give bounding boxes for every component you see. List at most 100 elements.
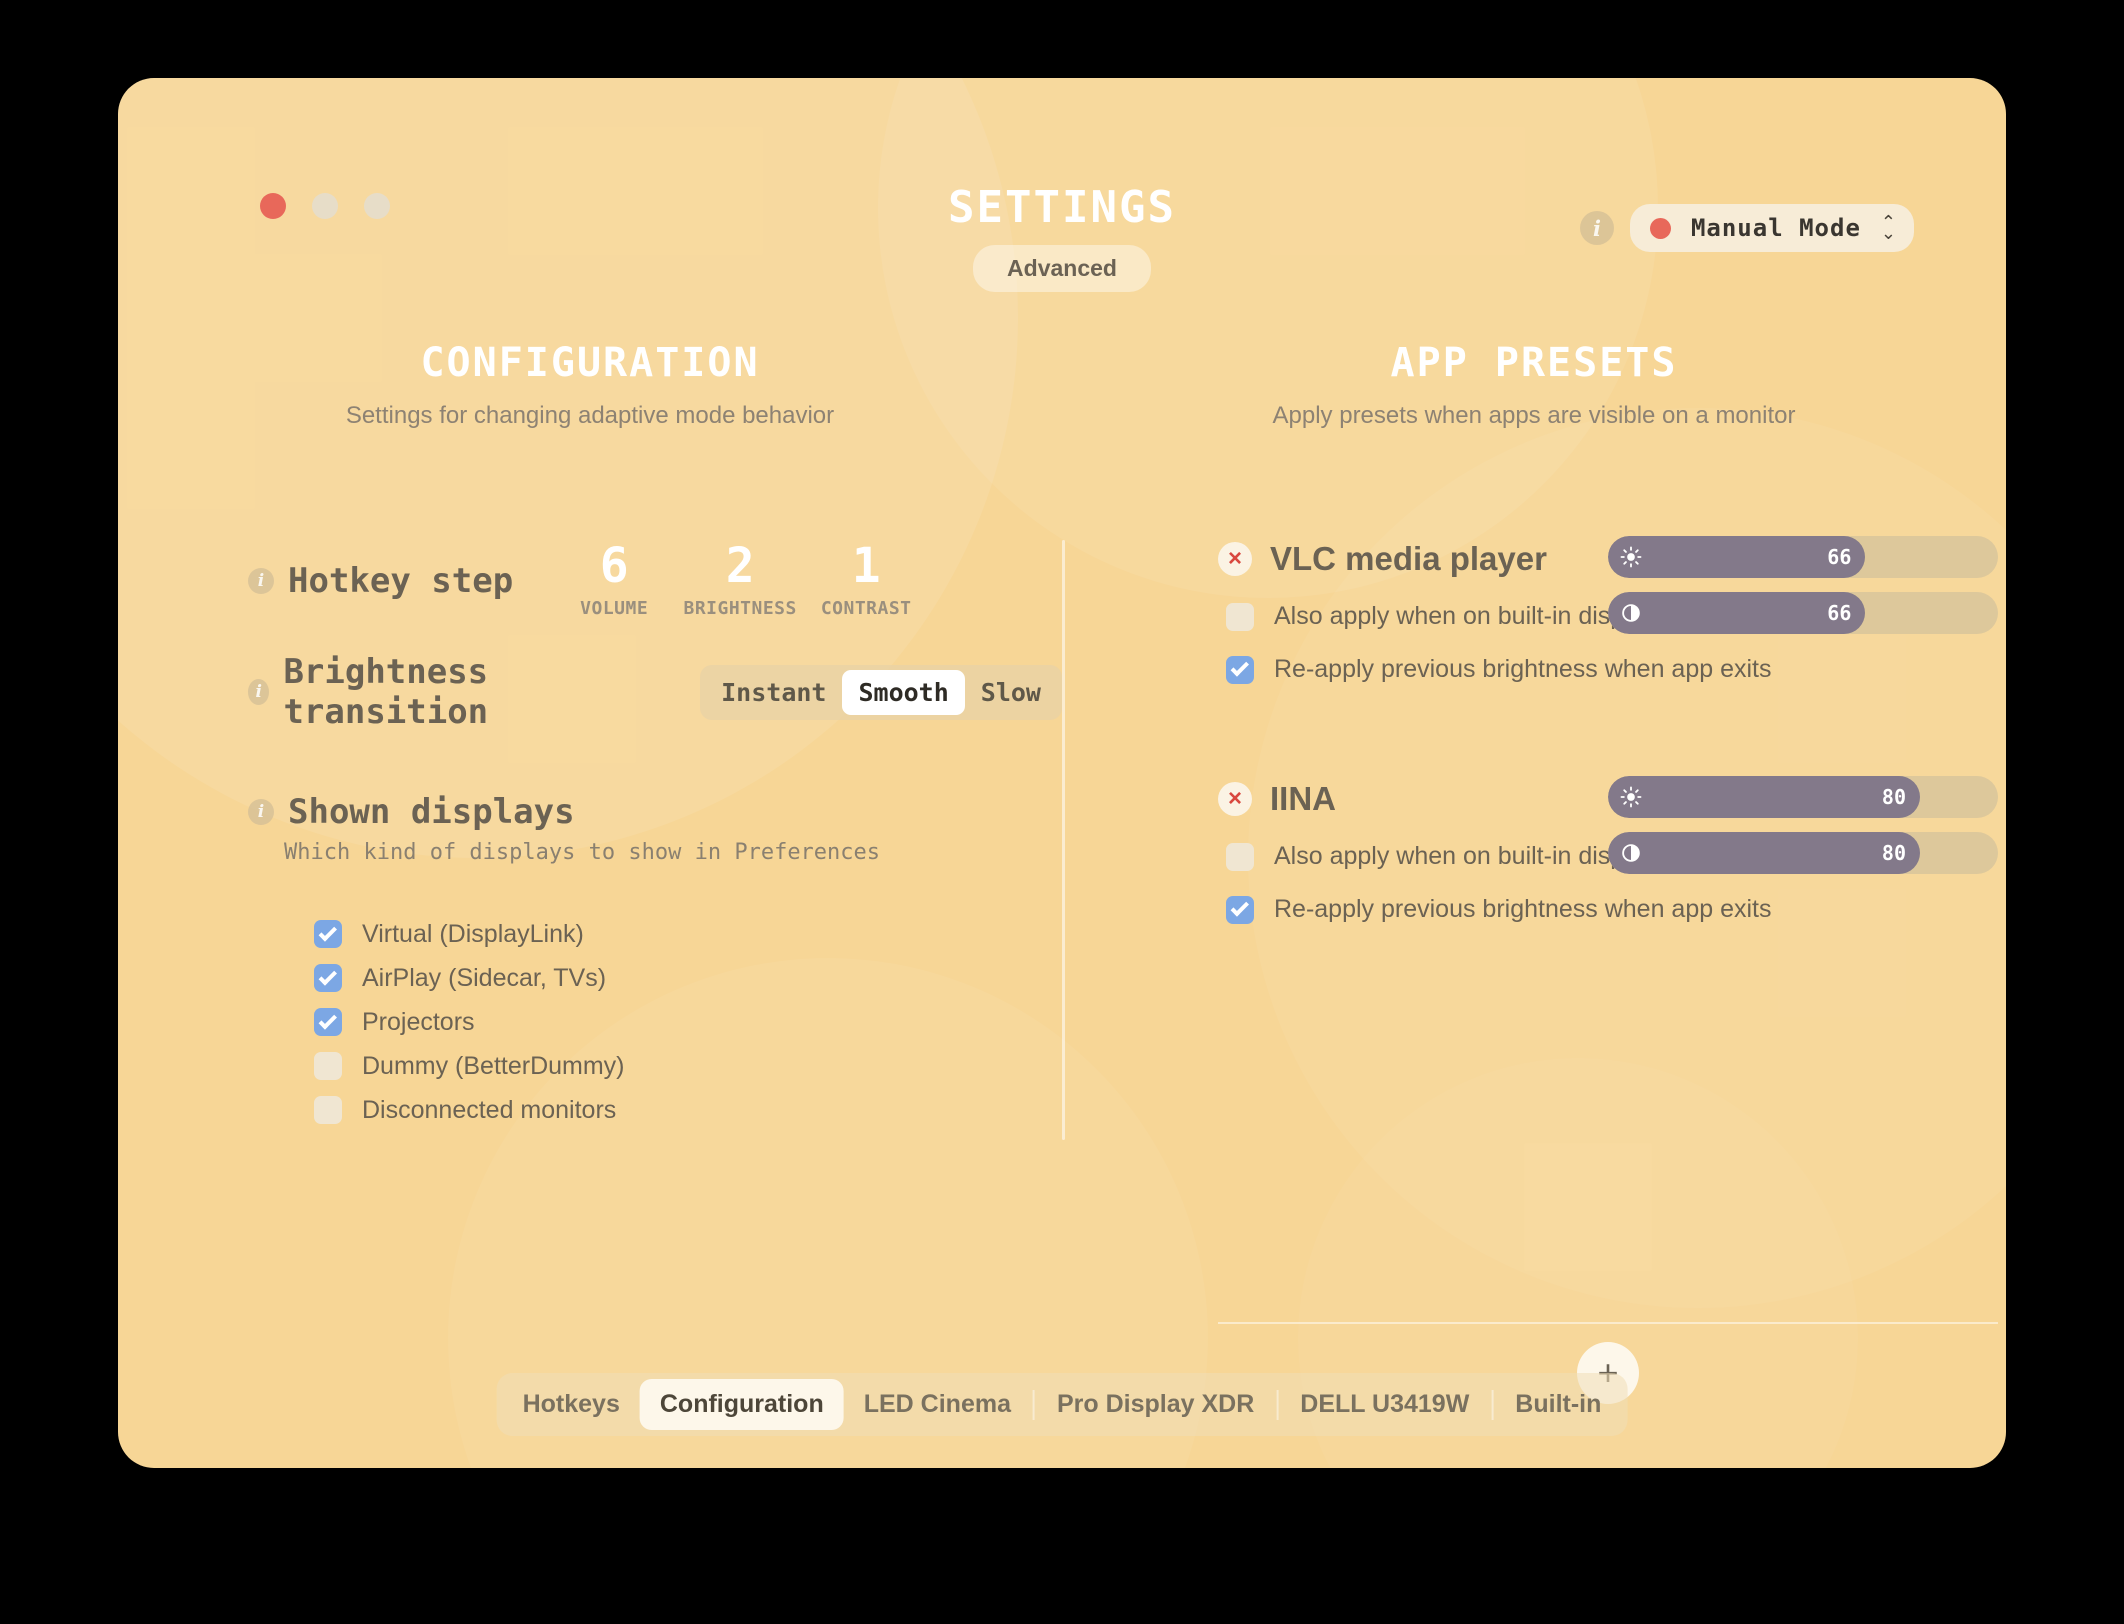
- advanced-badge[interactable]: Advanced: [973, 245, 1151, 292]
- shown-displays-block: i Shown displays Which kind of displays …: [248, 792, 880, 865]
- volume-step-label: VOLUME: [580, 598, 649, 619]
- brightness-slider-fill: 66: [1608, 536, 1866, 578]
- contrast-value: 66: [1827, 601, 1852, 625]
- list-item[interactable]: AirPlay (Sidecar, TVs): [314, 956, 625, 1000]
- hotkey-step-row: i Hotkey step 6 VOLUME 2 BRIGHTNESS 1 CO…: [248, 542, 1048, 619]
- info-icon[interactable]: i: [1579, 211, 1614, 245]
- list-item[interactable]: Projectors: [314, 1000, 625, 1044]
- contrast-icon: [1620, 842, 1642, 864]
- checkbox-dummy[interactable]: [314, 1052, 342, 1080]
- checkbox-label: Disconnected monitors: [362, 1095, 617, 1124]
- segment-smooth[interactable]: Smooth: [842, 669, 965, 715]
- tab-separator: [1276, 1389, 1279, 1420]
- checkbox-builtin-display[interactable]: [1226, 842, 1254, 871]
- mode-label: Manual Mode: [1690, 214, 1861, 242]
- hotkey-step-brightness[interactable]: 2 BRIGHTNESS: [677, 542, 803, 619]
- brightness-slider[interactable]: 80: [1608, 776, 1998, 818]
- shown-displays-list: Virtual (DisplayLink) AirPlay (Sidecar, …: [314, 912, 625, 1132]
- hotkey-step-label: Hotkey step: [288, 560, 514, 601]
- app-presets-subtitle: Apply presets when apps are visible on a…: [1272, 402, 1796, 429]
- checkbox-virtual[interactable]: [314, 920, 342, 948]
- hotkey-step-contrast[interactable]: 1 CONTRAST: [803, 542, 929, 619]
- sun-icon: [1620, 546, 1642, 568]
- configuration-header: CONFIGURATION Settings for changing adap…: [118, 340, 1062, 430]
- settings-window: SETTINGS Advanced i Manual Mode ⌃ ⌄ CONF…: [118, 78, 2006, 1468]
- list-item[interactable]: Virtual (DisplayLink): [314, 912, 625, 956]
- chevron-down-icon: ⌄: [1880, 223, 1896, 243]
- segment-instant[interactable]: Instant: [705, 670, 842, 715]
- info-icon[interactable]: i: [248, 567, 274, 594]
- contrast-slider-fill: 66: [1608, 592, 1866, 634]
- tab-separator: [1032, 1389, 1035, 1420]
- info-icon[interactable]: i: [248, 799, 274, 825]
- checkbox-label: Also apply when on built-in display: [1274, 602, 1657, 630]
- contrast-value: 80: [1881, 841, 1906, 865]
- tab-hotkeys[interactable]: Hotkeys: [503, 1379, 640, 1430]
- preset-iina: × IINA Also apply when on built-in displ…: [1218, 776, 1998, 924]
- contrast-slider[interactable]: 66: [1608, 592, 1998, 634]
- hotkey-step-volume[interactable]: 6 VOLUME: [551, 542, 677, 619]
- preset-reapply-row[interactable]: Re-apply previous brightness when app ex…: [1226, 655, 1998, 684]
- brightness-transition-label: Brightness transition: [283, 652, 489, 732]
- list-item[interactable]: Dummy (BetterDummy): [314, 1044, 625, 1088]
- brightness-transition-segmented: Instant Smooth Slow: [700, 664, 1062, 720]
- app-presets-title: APP PRESETS: [1390, 340, 1678, 386]
- checkbox-label: Dummy (BetterDummy): [362, 1051, 625, 1080]
- presets-divider: [1218, 1322, 1998, 1324]
- delete-preset-button[interactable]: ×: [1218, 782, 1252, 816]
- mode-dropdown[interactable]: Manual Mode ⌃ ⌄: [1629, 204, 1914, 252]
- brightness-step-value: 2: [725, 538, 755, 594]
- list-item[interactable]: Disconnected monitors: [314, 1088, 625, 1132]
- preset-sliders: 80 80: [1608, 776, 1998, 888]
- tab-dell-u3419w[interactable]: DELL U3419W: [1280, 1379, 1489, 1430]
- configuration-title: CONFIGURATION: [420, 340, 760, 386]
- contrast-icon: [1620, 602, 1642, 624]
- brightness-value: 66: [1827, 545, 1852, 569]
- contrast-step-value: 1: [851, 538, 881, 594]
- checkbox-label: Re-apply previous brightness when app ex…: [1274, 895, 1772, 923]
- checkbox-disconnected[interactable]: [314, 1096, 342, 1124]
- checkbox-reapply-brightness[interactable]: [1226, 655, 1254, 684]
- tab-bar: Hotkeys Configuration LED Cinema Pro Dis…: [496, 1373, 1628, 1436]
- segment-slow[interactable]: Slow: [965, 670, 1057, 715]
- checkbox-projectors[interactable]: [314, 1008, 342, 1036]
- close-icon: ×: [1227, 545, 1242, 572]
- configuration-column: CONFIGURATION Settings for changing adap…: [118, 340, 1062, 1360]
- preset-vlc: × VLC media player Also apply when on bu…: [1218, 536, 1998, 684]
- contrast-slider[interactable]: 80: [1608, 832, 1998, 874]
- shown-displays-title: Shown displays: [288, 792, 575, 832]
- preset-reapply-row[interactable]: Re-apply previous brightness when app ex…: [1226, 895, 1998, 924]
- content-columns: CONFIGURATION Settings for changing adap…: [118, 340, 2006, 1404]
- preset-name: IINA: [1270, 780, 1336, 817]
- brightness-slider[interactable]: 66: [1608, 536, 1998, 578]
- mode-status-dot: [1649, 217, 1671, 239]
- volume-step-value: 6: [599, 538, 629, 594]
- close-icon: ×: [1227, 785, 1242, 812]
- app-presets-header: APP PRESETS Apply presets when apps are …: [1062, 340, 2006, 430]
- checkbox-airplay[interactable]: [314, 964, 342, 992]
- tab-led-cinema[interactable]: LED Cinema: [844, 1379, 1031, 1430]
- mode-area: i Manual Mode ⌃ ⌄: [1579, 204, 1914, 252]
- shown-displays-subtitle: Which kind of displays to show in Prefer…: [284, 840, 881, 865]
- brightness-slider-fill: 80: [1608, 776, 1920, 818]
- checkbox-label: Also apply when on built-in display: [1274, 842, 1657, 870]
- contrast-slider-fill: 80: [1608, 832, 1920, 874]
- configuration-subtitle: Settings for changing adaptive mode beha…: [345, 402, 835, 429]
- preset-name: VLC media player: [1270, 540, 1547, 577]
- column-divider: [1062, 540, 1065, 1140]
- checkbox-label: AirPlay (Sidecar, TVs): [362, 963, 607, 992]
- tab-pro-display-xdr[interactable]: Pro Display XDR: [1037, 1379, 1274, 1430]
- info-icon[interactable]: i: [248, 679, 270, 705]
- brightness-step-label: BRIGHTNESS: [683, 598, 797, 619]
- tab-configuration[interactable]: Configuration: [639, 1379, 844, 1430]
- sun-icon: [1620, 786, 1642, 808]
- checkbox-reapply-brightness[interactable]: [1226, 895, 1254, 924]
- chevron-updown-icon[interactable]: ⌃ ⌄: [1880, 213, 1896, 243]
- tab-separator: [1491, 1389, 1494, 1420]
- preset-sliders: 66 66: [1608, 536, 1998, 648]
- contrast-step-label: CONTRAST: [820, 598, 912, 619]
- delete-preset-button[interactable]: ×: [1218, 542, 1252, 576]
- checkbox-label: Projectors: [362, 1007, 475, 1036]
- tab-built-in[interactable]: Built-in: [1495, 1379, 1621, 1430]
- checkbox-builtin-display[interactable]: [1226, 602, 1254, 631]
